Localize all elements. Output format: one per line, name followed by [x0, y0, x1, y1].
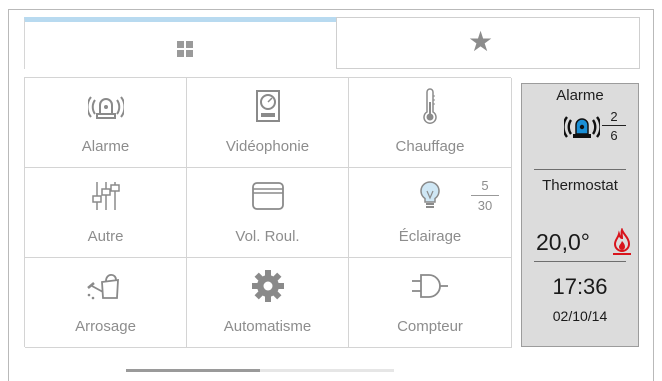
- tile-compteur[interactable]: Compteur: [349, 258, 512, 348]
- tile-label: Compteur: [397, 318, 463, 335]
- tile-videophonie[interactable]: Vidéophonie: [187, 78, 349, 168]
- tile-autre[interactable]: Autre: [25, 168, 187, 258]
- tile-label: Chauffage: [395, 138, 465, 155]
- tile-label: Alarme: [81, 138, 130, 155]
- tile-label: Vidéophonie: [225, 138, 310, 155]
- tile-arrosage[interactable]: Arrosage: [25, 258, 187, 348]
- tile-label: Vol. Roul.: [235, 228, 300, 245]
- thermometer-icon: [410, 88, 450, 124]
- tab-all-devices[interactable]: [24, 17, 336, 69]
- alarm-total-value: 6: [610, 128, 618, 143]
- tile-label: Automatisme: [223, 318, 312, 335]
- tab-favorites[interactable]: ★: [336, 17, 640, 69]
- lights-on-count: 5 30: [471, 178, 499, 214]
- tile-vol-roul[interactable]: Vol. Roul.: [187, 168, 349, 258]
- clock-date: 02/10/14: [552, 308, 608, 324]
- plug-meter-icon: [410, 268, 450, 304]
- gear-icon: [248, 268, 288, 304]
- intercom-icon: [248, 88, 288, 124]
- thermostat-title: Thermostat: [542, 177, 618, 194]
- alarm-count: 2 6: [602, 109, 626, 143]
- lights-total-value: 30: [477, 198, 493, 213]
- device-category-grid: Alarme Vidéophonie Chauffage Autre Vol. …: [24, 77, 512, 348]
- tile-eclairage[interactable]: 5 30 Éclairage: [349, 168, 512, 258]
- watering-can-icon: [86, 268, 126, 304]
- tile-alarme[interactable]: Alarme: [25, 78, 187, 168]
- alarm-siren-icon: [86, 88, 126, 124]
- star-icon: ★: [468, 25, 494, 58]
- tile-label: Autre: [87, 228, 124, 245]
- alarm-active-value: 2: [610, 109, 618, 124]
- grid-icon: [177, 41, 193, 57]
- divider: [534, 169, 626, 170]
- status-panel[interactable]: Alarme 2 6 Thermostat 20,0° 17:36 02/10/…: [521, 83, 639, 347]
- page-scrollbar[interactable]: [126, 369, 394, 372]
- lights-on-value: 5: [481, 178, 489, 193]
- tile-label: Arrosage: [75, 318, 136, 335]
- alarm-active-icon: [564, 111, 600, 141]
- alarm-status-title: Alarme: [556, 87, 604, 104]
- temperature-value: 20,0°: [536, 229, 590, 255]
- tile-label: Éclairage: [398, 228, 462, 245]
- flame-icon: [611, 228, 633, 256]
- tile-automatisme[interactable]: Automatisme: [187, 258, 349, 348]
- clock-time: 17:36: [552, 274, 608, 299]
- roller-shutter-icon: [248, 178, 288, 214]
- sliders-icon: [86, 178, 126, 214]
- tile-chauffage[interactable]: Chauffage: [349, 78, 512, 168]
- divider: [534, 261, 626, 262]
- page-scrollbar-thumb[interactable]: [126, 369, 260, 372]
- light-bulb-icon: [410, 178, 450, 214]
